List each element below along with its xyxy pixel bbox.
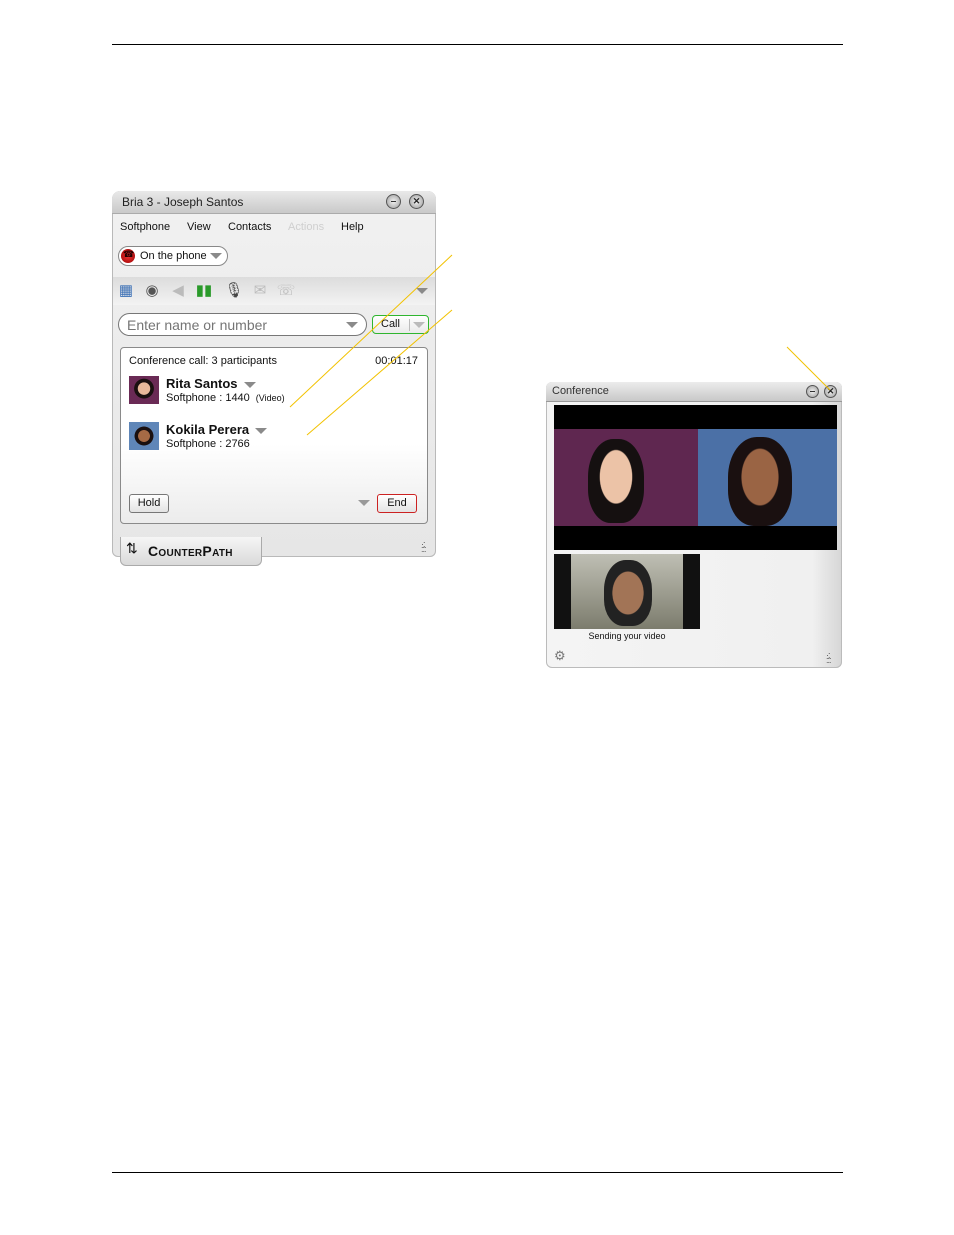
dial-input[interactable]	[125, 316, 344, 334]
webcam-icon[interactable]: ◉	[142, 281, 162, 301]
avatar	[129, 376, 159, 404]
bria-window: Bria 3 - Joseph Santos ‒ ✕ Softphone Vie…	[112, 191, 436, 566]
title-bar[interactable]: Bria 3 - Joseph Santos ‒ ✕	[112, 191, 436, 214]
minimize-button[interactable]: ‒	[806, 385, 819, 398]
participant-info: Softphone : 1440 (Video)	[166, 392, 285, 404]
menu-help[interactable]: Help	[341, 221, 364, 233]
remote-video	[554, 405, 837, 550]
footer-rule	[112, 1172, 843, 1173]
volume-meter-icon[interactable]: ▮▮	[194, 281, 214, 301]
chevron-down-icon[interactable]	[243, 381, 256, 388]
self-video	[554, 554, 700, 629]
menu-contacts[interactable]: Contacts	[228, 221, 271, 233]
menu-actions: Actions	[288, 221, 325, 233]
menu-softphone[interactable]: Softphone	[120, 221, 170, 233]
dial-field[interactable]	[118, 313, 367, 336]
presence-selector[interactable]: On the phone	[118, 246, 228, 266]
call-timer: 00:01:17	[375, 355, 418, 367]
speaker-icon[interactable]: ◀	[168, 281, 188, 301]
dialpad-icon[interactable]: ▦	[116, 281, 136, 301]
header-rule	[112, 44, 843, 45]
gear-icon[interactable]: ⚙	[554, 648, 566, 664]
conference-window: Conference ‒ ✕ Sending your video ⚙ ·:::…	[546, 382, 842, 668]
divider	[409, 319, 410, 331]
participant-item[interactable]: Rita Santos Softphone : 1440 (Video)	[129, 376, 419, 410]
mail-icon[interactable]: ✉	[250, 281, 270, 301]
chevron-down-icon[interactable]	[255, 427, 268, 434]
participant-face	[588, 439, 644, 523]
window-title: Bria 3 - Joseph Santos	[122, 195, 244, 209]
minimize-button[interactable]: ‒	[386, 194, 401, 209]
resize-grip-icon[interactable]: ·::::	[421, 540, 426, 554]
remote-video-tile	[554, 429, 698, 526]
window-title: Conference	[552, 385, 609, 397]
toolbar-overflow-icon[interactable]	[416, 288, 428, 294]
avatar	[129, 422, 159, 450]
close-button[interactable]: ✕	[824, 385, 837, 398]
participant-info: Softphone : 2766	[166, 438, 250, 450]
logo-icon: ⇅	[126, 540, 138, 556]
menu-view[interactable]: View	[187, 221, 211, 233]
conference-panel: Conference call: 3 participants 00:01:17…	[120, 347, 428, 524]
title-bar[interactable]: Conference ‒ ✕	[546, 382, 842, 402]
remote-video-tile	[698, 429, 837, 526]
participant-face	[728, 437, 792, 526]
self-video-feed	[571, 554, 683, 629]
conference-header: Conference call: 3 participants	[129, 355, 277, 367]
counterpath-logo: ⇅ CounterPath	[120, 537, 262, 566]
resize-grip-icon[interactable]: ·::::	[826, 651, 831, 665]
close-button[interactable]: ✕	[409, 194, 424, 209]
chevron-down-icon[interactable]	[346, 322, 358, 328]
call-button[interactable]: Call	[372, 315, 429, 334]
end-button[interactable]: End	[377, 494, 417, 513]
call-options-icon[interactable]	[358, 500, 370, 506]
hold-button[interactable]: Hold	[129, 494, 169, 513]
participant-name[interactable]: Kokila Perera	[166, 422, 268, 437]
red-phone-icon	[121, 249, 135, 263]
logo-text: CounterPath	[148, 543, 233, 559]
microphone-icon[interactable]: 🎙	[224, 281, 244, 301]
call-options-icon[interactable]	[413, 322, 425, 328]
participant-item[interactable]: Kokila Perera Softphone : 2766	[129, 422, 419, 456]
self-face	[604, 560, 652, 626]
call-label: Call	[381, 318, 400, 330]
presence-label: On the phone	[140, 250, 207, 262]
video-badge: (Video)	[255, 393, 285, 403]
transfer-icon[interactable]: ☏	[276, 281, 296, 301]
self-video-caption: Sending your video	[588, 631, 666, 641]
chevron-down-icon	[210, 253, 222, 259]
participant-name[interactable]: Rita Santos	[166, 376, 256, 391]
